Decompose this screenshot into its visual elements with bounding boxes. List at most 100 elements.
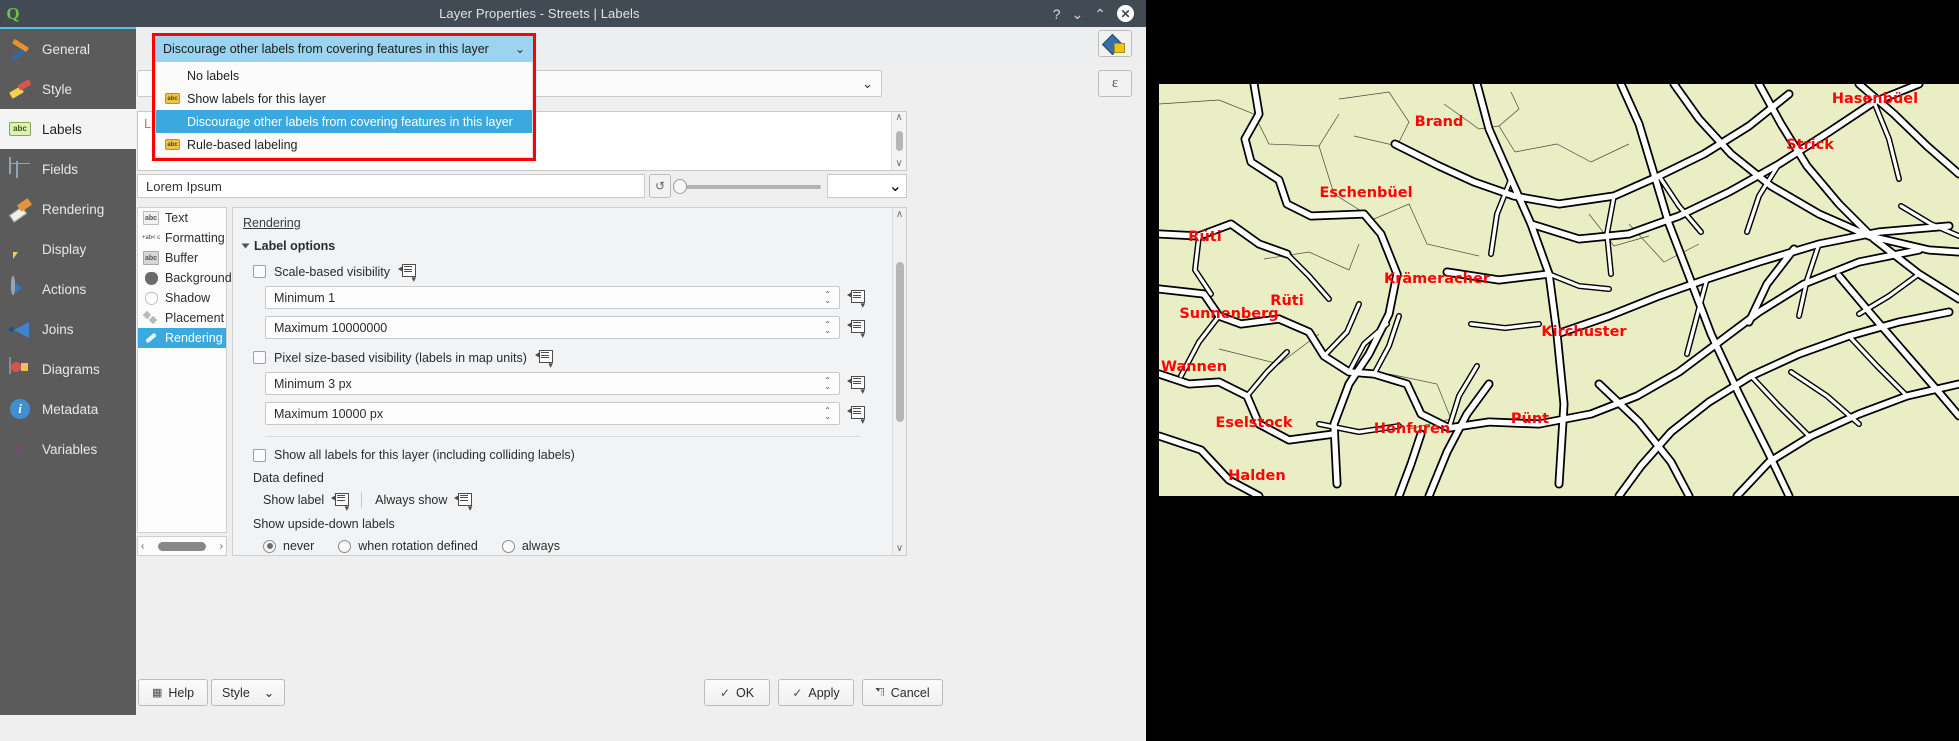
dropdown-option-discourage[interactable]: Discourage other labels from covering fe…	[156, 110, 532, 133]
sidebar-item-label: General	[42, 42, 90, 57]
content-scrollbar[interactable]: ∧ ∨	[892, 208, 906, 555]
sidebar-item-fields[interactable]: Fields	[0, 149, 136, 189]
sidebar-item-rendering[interactable]: Rendering	[0, 189, 136, 229]
scale-max-row: Maximum 10000000 ⌃ ⌄ ▾	[265, 316, 883, 339]
sidebar-item-actions[interactable]: Actions	[0, 269, 136, 309]
scale-minimum-spinbox[interactable]: Minimum 1 ⌃ ⌄	[265, 286, 840, 309]
labeling-mode-option-list: No labels abc Show labels for this layer…	[155, 62, 533, 158]
map-label: Kirchuster	[1541, 324, 1626, 340]
section-list-hscrollbar[interactable]: ‹ ›	[137, 536, 227, 556]
scroll-right-icon[interactable]: ›	[220, 541, 223, 552]
preview-background-color-combo[interactable]: ⌄	[827, 174, 907, 198]
font-preview-row: Lorem Ipsum ↺ ⌄	[137, 174, 907, 200]
data-defined-override-icon[interactable]: ▾	[398, 264, 415, 279]
section-item-formatting[interactable]: +ab< c Formatting	[138, 228, 226, 248]
spinner-arrows[interactable]: ⌃ ⌄	[824, 378, 831, 390]
data-defined-override-icon[interactable]: ▾	[847, 290, 864, 305]
check-icon: ✓	[792, 686, 802, 700]
revert-button[interactable]: ↺	[649, 174, 671, 198]
rendering-options-content: Rendering Label options Scale-based visi…	[233, 208, 893, 556]
sidebar-item-style[interactable]: Style	[0, 69, 136, 109]
dropdown-option-label: Discourage other labels from covering fe…	[187, 115, 513, 129]
scroll-down-icon[interactable]: ∨	[895, 158, 902, 170]
hscroll-thumb[interactable]	[158, 542, 206, 551]
shadow-icon	[143, 291, 159, 305]
sidebar-item-diagrams[interactable]: Diagrams	[0, 349, 136, 389]
data-defined-override-icon[interactable]: ▾	[535, 350, 552, 365]
scroll-left-icon[interactable]: ‹	[141, 541, 144, 552]
radio-never[interactable]	[263, 540, 276, 553]
spinner-arrows[interactable]: ⌃ ⌄	[824, 322, 831, 334]
data-defined-override-icon[interactable]: ▾	[847, 320, 864, 335]
pixel-size-visibility-row[interactable]: Pixel size-based visibility (labels in m…	[253, 350, 883, 365]
style-swatch-button[interactable]	[1098, 30, 1132, 57]
scrollbar-thumb[interactable]	[896, 131, 903, 151]
preview-scrollbar[interactable]: ∧ ∨	[891, 112, 906, 170]
section-item-rendering[interactable]: Rendering	[138, 328, 226, 348]
sidebar-item-label: Labels	[42, 122, 82, 137]
divider	[265, 436, 861, 437]
expression-button[interactable]: ε	[1098, 70, 1132, 97]
sidebar-item-variables[interactable]: ε Variables	[0, 429, 136, 469]
scale-based-visibility-row[interactable]: Scale-based visibility ▾	[253, 264, 883, 279]
window-title: Layer Properties - Streets | Labels	[26, 6, 1053, 21]
joins-icon	[9, 318, 32, 341]
preview-zoom-slider-track[interactable]	[676, 185, 821, 189]
pixel-size-visibility-checkbox[interactable]	[253, 351, 266, 364]
spin-down-icon[interactable]: ⌄	[824, 328, 831, 334]
scale-maximum-spinbox[interactable]: Maximum 10000000 ⌃ ⌄	[265, 316, 840, 339]
apply-button[interactable]: ✓ Apply	[778, 679, 854, 706]
help-icon[interactable]: ?	[1053, 7, 1061, 21]
labeling-mode-combobox[interactable]: Discourage other labels from covering fe…	[155, 36, 533, 62]
data-defined-override-icon[interactable]: ▾	[847, 376, 864, 391]
section-item-shadow[interactable]: Shadow	[138, 288, 226, 308]
sidebar-item-display[interactable]: Display	[0, 229, 136, 269]
show-all-labels-row[interactable]: Show all labels for this layer (includin…	[253, 448, 883, 462]
spin-down-icon[interactable]: ⌄	[824, 298, 831, 304]
scroll-up-icon[interactable]: ∧	[896, 208, 903, 221]
sidebar-item-joins[interactable]: Joins	[0, 309, 136, 349]
window-controls: ? ⌄ ⌃ ✕	[1053, 5, 1146, 22]
show-all-labels-checkbox[interactable]	[253, 449, 266, 462]
cancel-button[interactable]: ⛠ Cancel	[862, 679, 943, 706]
dropdown-option-rule-based[interactable]: abc Rule-based labeling	[156, 133, 532, 156]
preview-zoom-slider-handle[interactable]	[673, 179, 687, 194]
sidebar-item-general[interactable]: General	[0, 29, 136, 69]
scale-based-visibility-checkbox[interactable]	[253, 265, 266, 278]
section-item-placement[interactable]: Placement	[138, 308, 226, 328]
help-button[interactable]: ▦ Help	[138, 679, 208, 706]
dropdown-option-show-labels[interactable]: abc Show labels for this layer	[156, 87, 532, 110]
show-label-override-icon[interactable]: ▾	[331, 493, 348, 508]
font-preview-value: Lorem Ipsum	[146, 179, 222, 194]
section-item-label: Text	[165, 211, 188, 225]
style-button[interactable]: Style ⌄	[211, 679, 285, 706]
scrollbar-thumb[interactable]	[896, 262, 904, 422]
section-item-text[interactable]: abc Text	[138, 208, 226, 228]
sidebar-item-labels[interactable]: abc Labels	[0, 109, 136, 149]
section-item-buffer[interactable]: abc Buffer	[138, 248, 226, 268]
scroll-down-icon[interactable]: ∨	[896, 542, 903, 555]
pixel-minimum-spinbox[interactable]: Minimum 3 px ⌃ ⌄	[265, 372, 840, 395]
chevron-down-icon: ⌄	[889, 176, 902, 196]
data-defined-override-icon[interactable]: ▾	[847, 406, 864, 421]
spin-down-icon[interactable]: ⌄	[824, 384, 831, 390]
always-show-override-icon[interactable]: ▾	[454, 493, 471, 508]
spin-down-icon[interactable]: ⌄	[824, 414, 831, 420]
sidebar-item-label: Variables	[42, 442, 97, 457]
radio-when-rotation-defined[interactable]	[338, 540, 351, 553]
label-options-group-header[interactable]: Label options	[243, 239, 883, 253]
minimize-icon[interactable]: ⌄	[1072, 7, 1084, 21]
section-item-background[interactable]: Background	[138, 268, 226, 288]
spinner-arrows[interactable]: ⌃ ⌄	[824, 292, 831, 304]
font-preview-input[interactable]: Lorem Ipsum	[137, 174, 645, 198]
close-icon[interactable]: ✕	[1117, 5, 1134, 22]
scroll-up-icon[interactable]: ∧	[895, 112, 902, 124]
ok-button[interactable]: ✓ OK	[704, 679, 770, 706]
pixel-maximum-spinbox[interactable]: Maximum 10000 px ⌃ ⌄	[265, 402, 840, 425]
spinner-arrows[interactable]: ⌃ ⌄	[824, 408, 831, 420]
sidebar-item-metadata[interactable]: i Metadata	[0, 389, 136, 429]
map-canvas[interactable]: HasenbüelBrandStrickEschenbüelRütiKrämer…	[1159, 84, 1959, 496]
dropdown-option-no-labels[interactable]: No labels	[156, 64, 532, 87]
radio-always[interactable]	[502, 540, 515, 553]
maximize-icon[interactable]: ⌃	[1094, 7, 1106, 21]
